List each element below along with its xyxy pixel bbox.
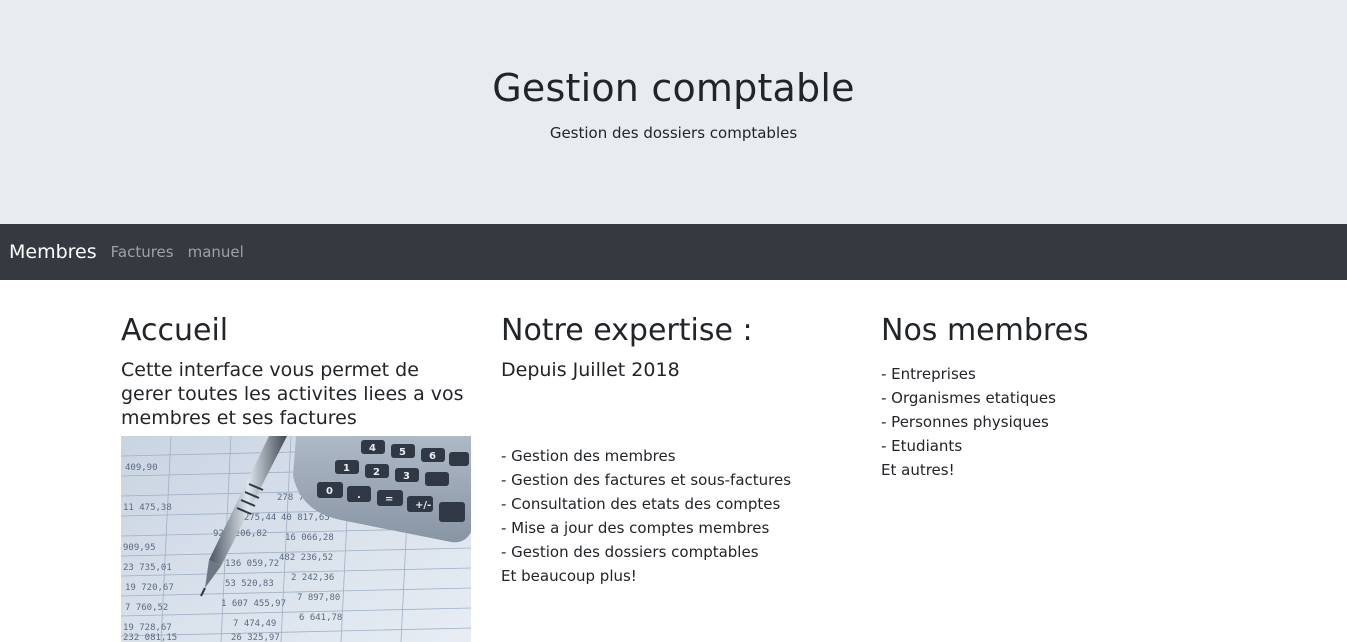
svg-text:0: 0 <box>326 486 333 497</box>
navbar: Membres Factures manuel <box>0 224 1347 280</box>
svg-text:1: 1 <box>343 463 350 474</box>
column-membres: Nos membres - Entreprises - Organismes e… <box>881 312 1231 482</box>
list-item: - Personnes physiques <box>881 413 1049 431</box>
list-item: - Gestion des dossiers comptables <box>501 543 759 561</box>
nav-link-factures[interactable]: Factures <box>111 243 174 261</box>
list-item: - Organismes etatiques <box>881 389 1056 407</box>
jumbotron-header: Gestion comptable Gestion des dossiers c… <box>0 0 1347 224</box>
svg-text:5: 5 <box>399 447 406 458</box>
svg-text:4: 4 <box>369 443 376 454</box>
svg-text:2 242,36: 2 242,36 <box>291 573 334 583</box>
accueil-heading: Accueil <box>121 313 229 348</box>
svg-text:40 817,65: 40 817,65 <box>281 513 330 523</box>
svg-text:19 720,67: 19 720,67 <box>125 583 174 593</box>
svg-text:136 059,72: 136 059,72 <box>225 559 279 569</box>
svg-text:7 897,80: 7 897,80 <box>297 593 340 603</box>
svg-text:3: 3 <box>403 471 410 482</box>
column-accueil: Accueil Cette interface vous permet de g… <box>121 312 471 642</box>
accueil-lead: Cette interface vous permet de gerer tou… <box>121 359 464 429</box>
svg-text:+/-: +/- <box>415 500 431 511</box>
svg-text:6: 6 <box>429 451 436 462</box>
calculator-spreadsheet-photo: 409,90 11 475,38 909,95 23 735,01 19 720,6… <box>121 436 471 642</box>
svg-text:19 728,67: 19 728,67 <box>123 623 172 633</box>
page-title: Gestion comptable <box>492 66 855 110</box>
expertise-lead: Depuis Juillet 2018 <box>501 359 680 381</box>
page-subtitle: Gestion des dossiers comptables <box>549 124 798 142</box>
list-item: - Gestion des membres <box>501 447 676 465</box>
expertise-list: - Gestion des membres - Gestion des fact… <box>501 444 851 588</box>
membres-heading: Nos membres <box>881 313 1089 348</box>
svg-text:11 475,38: 11 475,38 <box>123 503 172 513</box>
svg-text:23 735,01: 23 735,01 <box>123 563 172 573</box>
svg-text:.: . <box>357 490 361 501</box>
svg-text:909,95: 909,95 <box>123 543 156 553</box>
svg-text:1 607 455,97: 1 607 455,97 <box>221 599 286 609</box>
svg-text:6 641,78: 6 641,78 <box>299 613 342 623</box>
list-item: - Mise a jour des comptes membres <box>501 519 770 537</box>
svg-text:482 236,52: 482 236,52 <box>279 553 333 563</box>
nav-link-manuel[interactable]: manuel <box>188 243 244 261</box>
list-item: - Entreprises <box>881 365 976 383</box>
svg-text:53 520,83: 53 520,83 <box>225 579 274 589</box>
navbar-brand-membres[interactable]: Membres <box>9 241 97 263</box>
list-item: - Gestion des factures et sous-factures <box>501 471 792 489</box>
svg-text:7 760,52: 7 760,52 <box>125 603 168 613</box>
svg-text:=: = <box>385 494 393 505</box>
expertise-heading: Notre expertise : <box>501 313 753 348</box>
svg-text:7 474,49: 7 474,49 <box>233 619 276 629</box>
svg-text:232 081,15: 232 081,15 <box>123 633 177 642</box>
svg-text:26 325,97: 26 325,97 <box>231 633 280 642</box>
svg-text:409,90: 409,90 <box>125 463 158 473</box>
list-item: - Consultation des etats des comptes <box>501 495 781 513</box>
column-expertise: Notre expertise : Depuis Juillet 2018 - … <box>501 312 851 588</box>
membres-tail: Et autres! <box>881 461 955 479</box>
expertise-tail: Et beaucoup plus! <box>501 567 637 585</box>
list-item: - Etudiants <box>881 437 963 455</box>
svg-text:16 066,28: 16 066,28 <box>285 533 334 543</box>
membres-list: - Entreprises - Organismes etatiques - P… <box>881 362 1231 482</box>
svg-text:2: 2 <box>373 467 380 478</box>
